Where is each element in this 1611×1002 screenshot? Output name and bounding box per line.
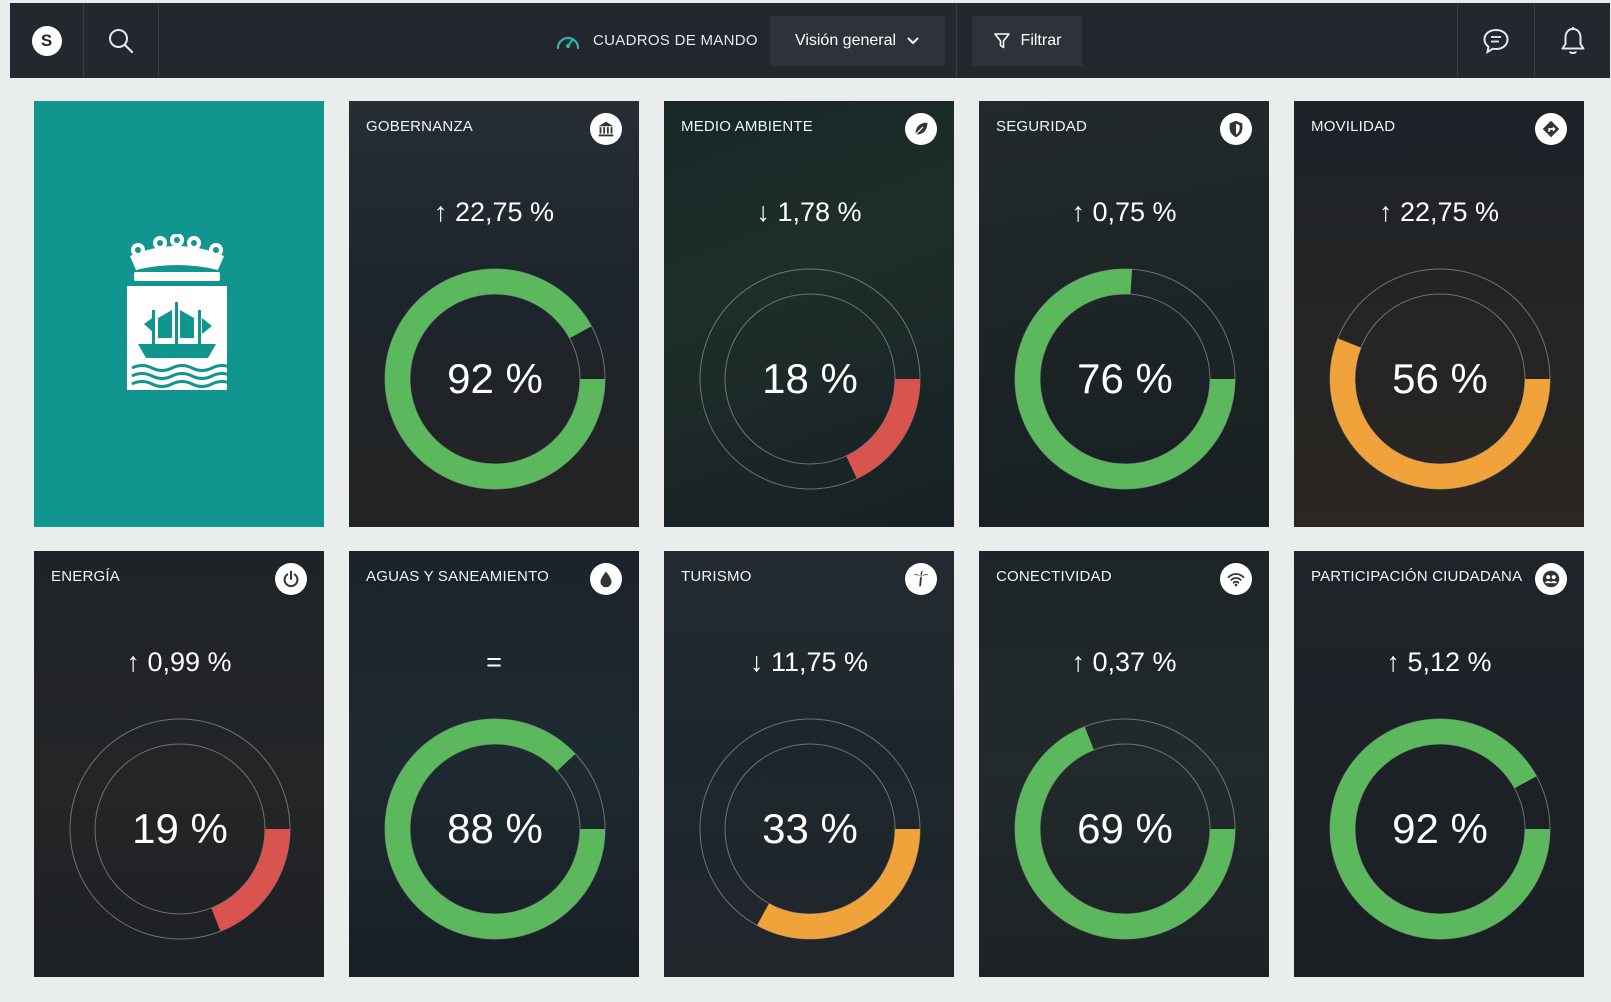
kpi-card-participacion-ciudadana[interactable]: PARTICIPACIÓN CIUDADANA ↑ 5,12 % 92 % <box>1294 551 1584 977</box>
trend-indicator: ↓ 11,75 % <box>749 647 869 677</box>
kpi-card-energia[interactable]: ENERGÍA ↑ 0,99 % 19 % <box>34 551 324 977</box>
card-title: CONECTIVIDAD <box>996 568 1112 585</box>
chat-icon <box>1483 28 1509 54</box>
trend-indicator: ↑ 0,37 % <box>1071 647 1177 677</box>
trend-indicator: ↓ 1,78 % <box>756 197 862 227</box>
view-select-label: Visión general <box>794 32 897 49</box>
chat-button[interactable] <box>1458 3 1534 78</box>
palm-tree-icon <box>905 563 937 595</box>
water-drop-icon <box>590 563 622 595</box>
chevron-down-icon <box>907 37 919 45</box>
directions-icon <box>1535 113 1567 145</box>
search-icon <box>109 28 134 53</box>
card-title: AGUAS Y SANEAMIENTO <box>366 568 550 585</box>
kpi-value: 18 % <box>762 355 858 402</box>
shield-icon <box>1220 113 1252 145</box>
app-logo: S <box>31 25 62 56</box>
kpi-card-movilidad[interactable]: MOVILIDAD ↑ 22,75 % 56 % <box>1294 101 1584 527</box>
search-button[interactable] <box>84 3 158 78</box>
power-icon <box>275 563 307 595</box>
city-emblem-card <box>34 101 324 527</box>
card-title: MEDIO AMBIENTE <box>681 118 813 135</box>
kpi-card-turismo[interactable]: TURISMO ↓ 11,75 % 33 % <box>664 551 954 977</box>
filter-button[interactable]: Filtrar <box>972 16 1082 66</box>
people-icon <box>1535 563 1567 595</box>
card-title: PARTICIPACIÓN CIUDADANA <box>1311 568 1523 585</box>
kpi-value: 56 % <box>1392 355 1488 402</box>
bell-icon <box>1561 26 1584 54</box>
filter-label: Filtrar <box>1020 32 1062 49</box>
building-icon <box>590 113 622 145</box>
trend-indicator: ↑ 22,75 % <box>1378 197 1500 227</box>
filter-icon <box>993 33 1010 49</box>
kpi-value: 92 % <box>1392 805 1488 852</box>
kpi-card-aguas-y-saneamiento[interactable]: AGUAS Y SANEAMIENTO = 88 % <box>349 551 639 977</box>
view-select[interactable]: Visión general <box>770 16 945 66</box>
kpi-value: 76 % <box>1077 355 1173 402</box>
trend-indicator: ↑ 22,75 % <box>433 197 555 227</box>
trend-indicator: ↑ 0,99 % <box>126 647 232 677</box>
trend-indicator: ↑ 5,12 % <box>1386 647 1492 677</box>
kpi-value: 88 % <box>447 805 543 852</box>
app-logo-button[interactable]: S <box>10 3 83 78</box>
kpi-card-seguridad[interactable]: SEGURIDAD ↑ 0,75 % 76 % <box>979 101 1269 527</box>
card-title: TURISMO <box>681 568 752 585</box>
card-title: GOBERNANZA <box>366 118 474 135</box>
top-bar: S CUADROS DE MANDO Visión general Filtra… <box>10 3 1610 78</box>
card-title: SEGURIDAD <box>996 118 1087 135</box>
speedometer-icon <box>556 36 580 49</box>
dashboard-title-label: CUADROS DE MANDO <box>593 32 758 49</box>
kpi-card-medio-ambiente[interactable]: MEDIO AMBIENTE ↓ 1,78 % 18 % <box>664 101 954 527</box>
card-title: MOVILIDAD <box>1311 118 1396 135</box>
kpi-value: 19 % <box>132 805 228 852</box>
kpi-value: 33 % <box>762 805 858 852</box>
trend-indicator: ↑ 0,75 % <box>1071 197 1177 227</box>
city-coat-of-arms-logo <box>127 234 232 390</box>
wifi-icon <box>1220 563 1252 595</box>
kpi-value: 69 % <box>1077 805 1173 852</box>
kpi-card-conectividad[interactable]: CONECTIVIDAD ↑ 0,37 % 69 % <box>979 551 1269 977</box>
kpi-card-gobernanza[interactable]: GOBERNANZA ↑ 22,75 % 92 % <box>349 101 639 527</box>
kpi-value: 92 % <box>447 355 543 402</box>
leaf-icon <box>905 113 937 145</box>
card-title: ENERGÍA <box>51 568 120 585</box>
trend-indicator: = <box>486 647 502 677</box>
notifications-button[interactable] <box>1535 3 1610 78</box>
dashboard-title: CUADROS DE MANDO <box>555 3 758 78</box>
